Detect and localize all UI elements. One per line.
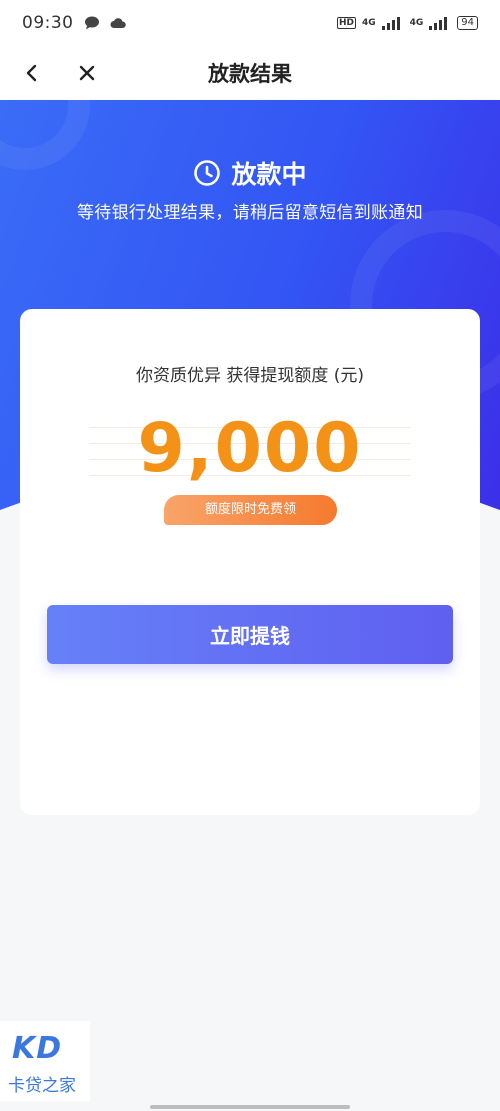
nav-bar: 放款结果 — [0, 46, 500, 100]
status-right: HD 4G 4G 94 — [336, 16, 478, 30]
status-bar: 09:30 HD 4G 4G 94 — [0, 0, 500, 46]
back-button[interactable] — [10, 46, 54, 100]
amount-area: 9,000 — [90, 411, 410, 491]
status-left: 09:30 — [22, 13, 126, 33]
limit-amount: 9,000 — [137, 409, 363, 488]
network-label-2: 4G — [409, 18, 424, 28]
close-button[interactable] — [65, 46, 109, 100]
limit-card: 你资质优异 获得提现额度 (元) 9,000 额度限时免费领 立即提钱 — [20, 309, 480, 815]
watermark: KD 卡贷之家 — [0, 1021, 90, 1101]
hd-badge: HD — [336, 17, 356, 29]
network-label-1: 4G — [361, 18, 376, 28]
limit-label: 你资质优异 获得提现额度 (元) — [135, 366, 365, 386]
status-time: 09:30 — [22, 13, 74, 33]
watermark-text: 卡贷之家 — [8, 1076, 76, 1096]
message-icon — [84, 16, 99, 30]
withdraw-button[interactable]: 立即提钱 — [47, 605, 453, 664]
home-indicator[interactable] — [150, 1105, 350, 1109]
disbursement-status: 放款中 — [0, 155, 500, 191]
chevron-left-icon — [26, 64, 37, 82]
signal-icon-2 — [429, 16, 448, 30]
cloud-icon — [110, 18, 126, 28]
battery-indicator: 94 — [457, 16, 478, 30]
clock-icon — [194, 160, 221, 186]
watermark-logo: KD — [12, 1031, 63, 1066]
close-icon — [79, 65, 95, 81]
status-text: 放款中 — [231, 160, 307, 189]
signal-icon — [381, 16, 400, 30]
status-subtitle: 等待银行处理结果，请稍后留意短信到账通知 — [77, 203, 423, 223]
promo-badge: 额度限时免费领 — [164, 495, 337, 525]
